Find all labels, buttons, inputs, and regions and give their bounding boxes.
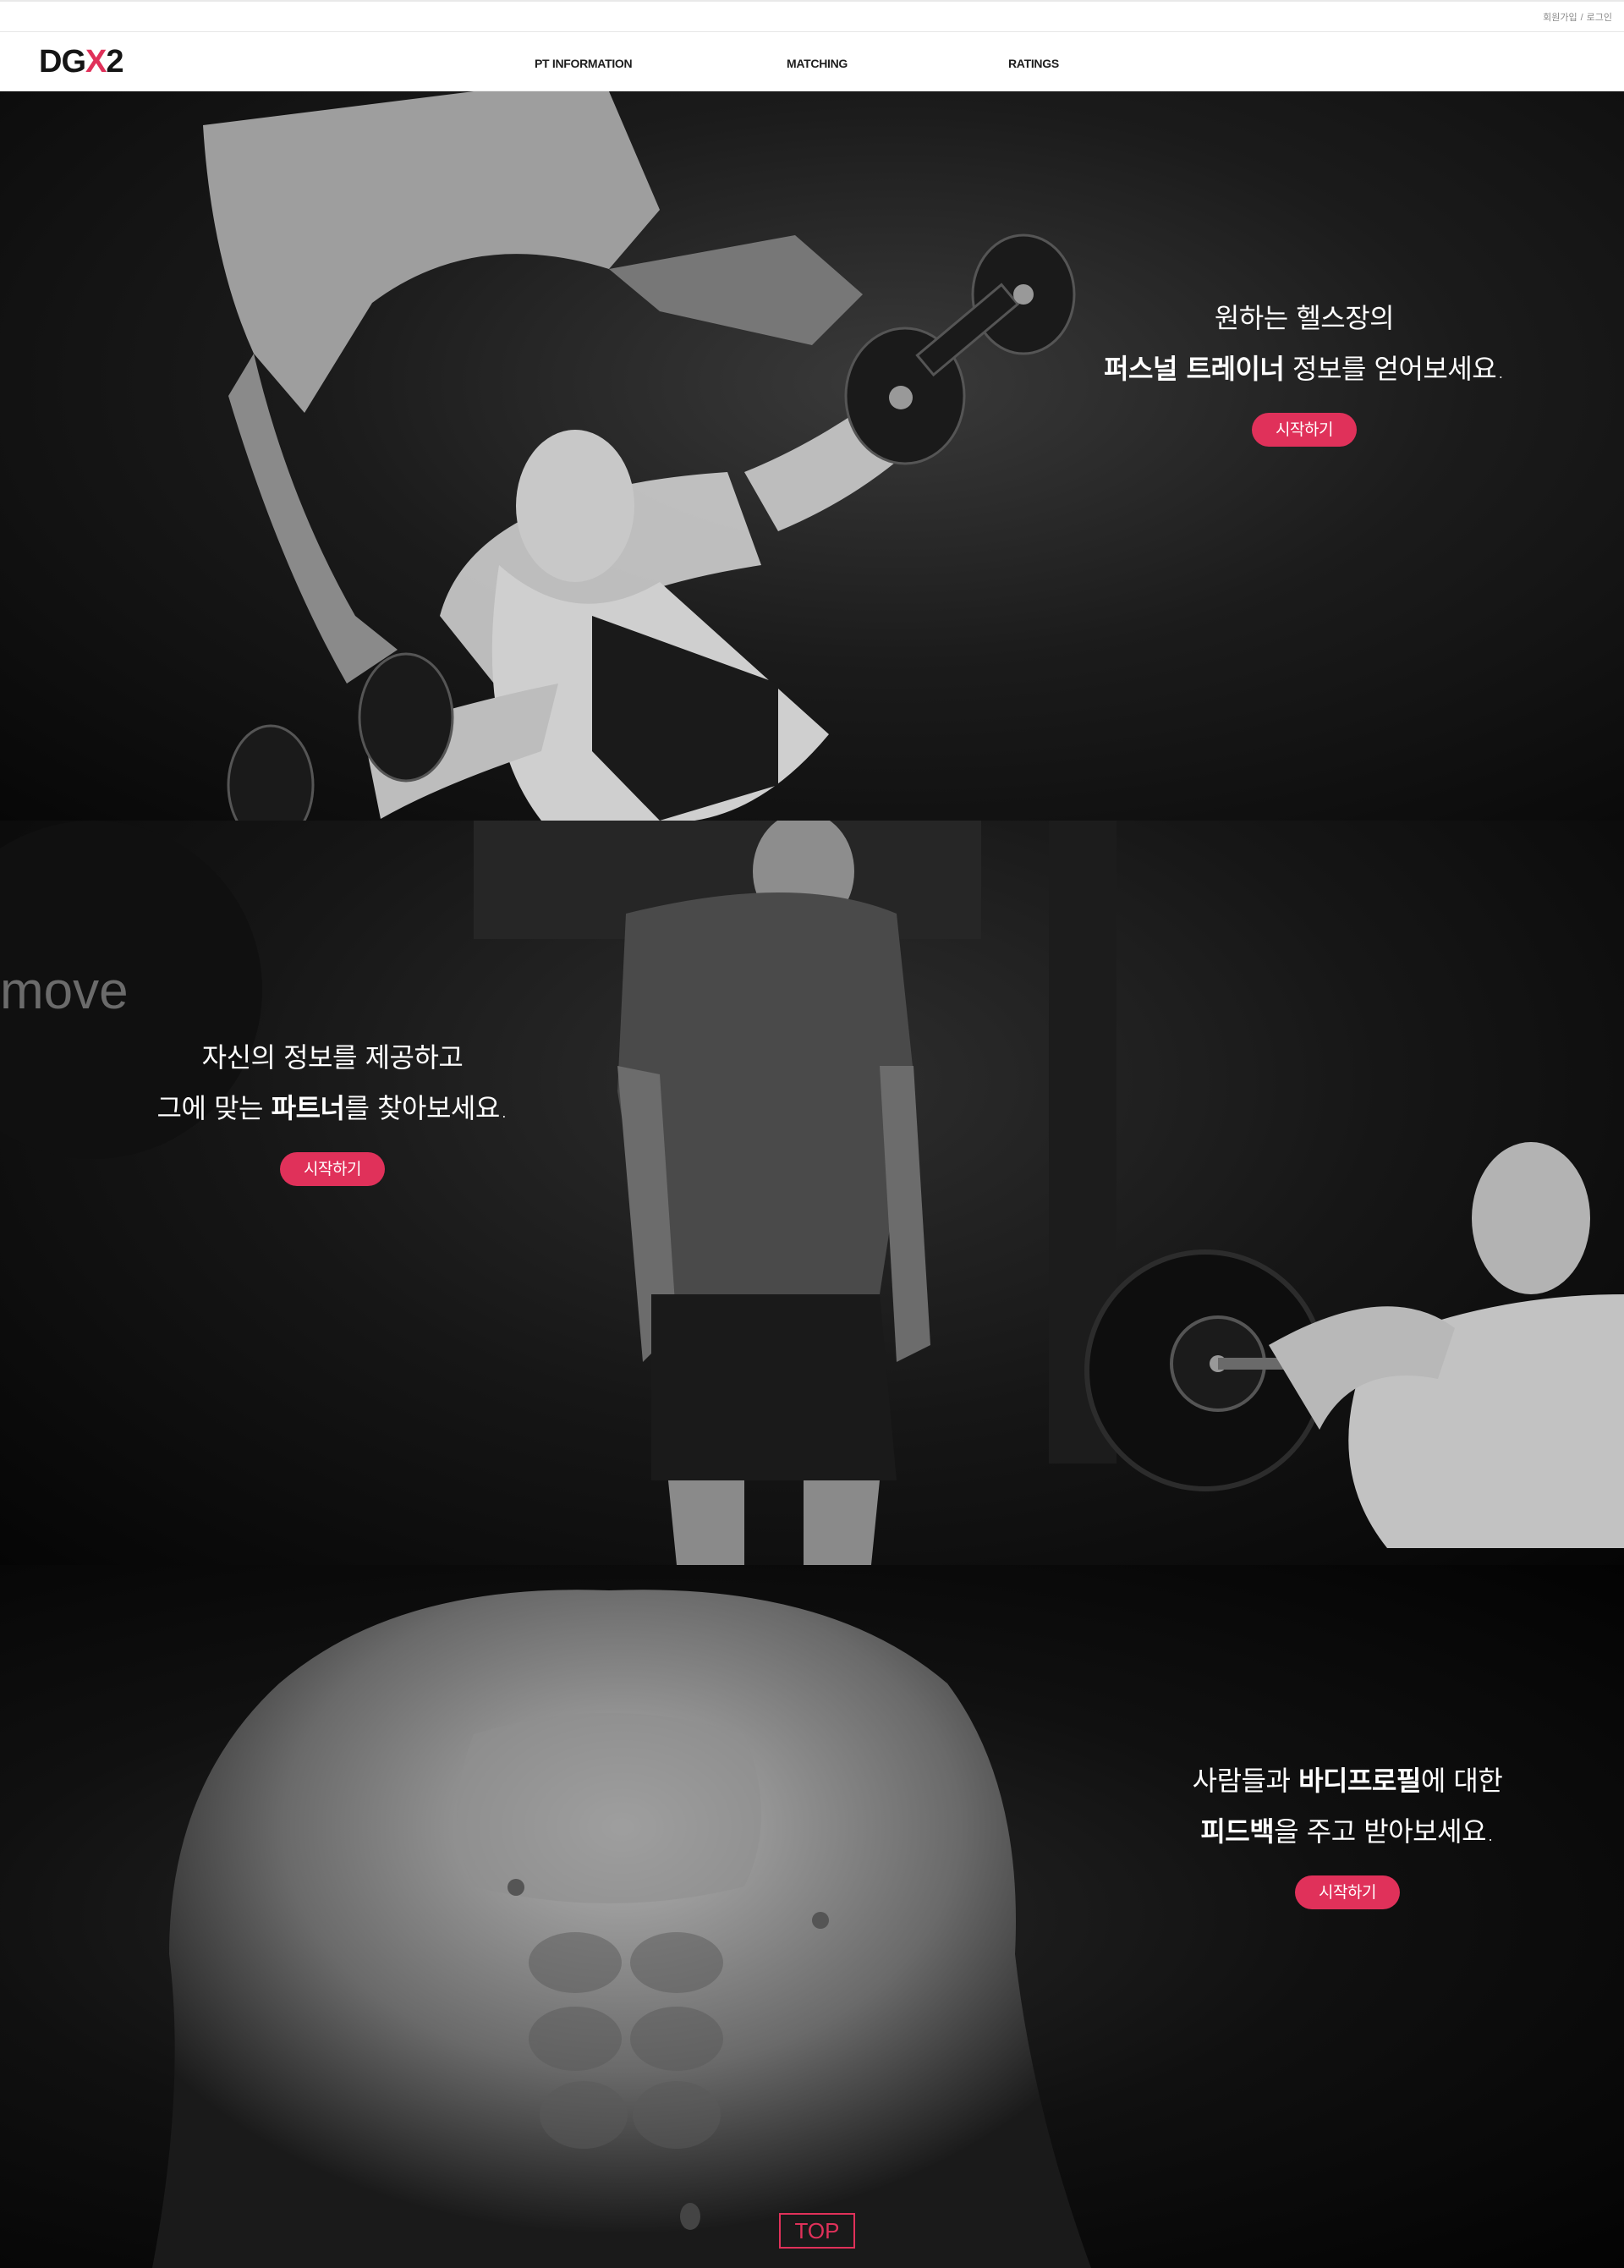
hero-text-3: 사람들과 바디프로필에 대한 피드백을 주고 받아보세요. 시작하기 [1111, 1755, 1584, 1914]
logo-text-1: DG [39, 44, 86, 80]
hero-3-line-1: 사람들과 바디프로필에 대한 [1111, 1755, 1584, 1806]
hero-text-2: 자신의 정보를 제공하고 그에 맞는 파트너를 찾아보세요. 시작하기 [96, 1032, 569, 1190]
hero-text-1: 원하는 헬스장의 퍼스널 트레이너 정보를 얻어보세요. 시작하기 [1067, 293, 1541, 451]
hero-1-highlight: 퍼스널 트레이너 [1104, 353, 1285, 385]
hero-3-highlight-2: 피드백 [1200, 1815, 1275, 1848]
hero-3-highlight-1: 바디프로필 [1298, 1765, 1421, 1797]
nav-pt-information[interactable]: PT INFORMATION [535, 57, 633, 70]
nav-matching[interactable]: MATCHING [787, 57, 848, 70]
hero-1-line-1: 원하는 헬스장의 [1214, 302, 1395, 334]
hero-section-matching: move 자신의 정보를 제공하고 그에 맞는 파트너를 찾아보세요. 시작하기 [0, 821, 1624, 1565]
hero-3-line-1-pre: 사람들과 [1192, 1765, 1299, 1797]
svg-text:move: move [0, 962, 129, 1020]
utility-bar: 회원가입 / 로그인 [0, 0, 1624, 32]
hero-2-line-2-rest: 를 찾아보세요. [344, 1092, 508, 1124]
logo-text-x: X [85, 44, 107, 80]
hero-2-line-2-pre: 그에 맞는 [156, 1092, 272, 1124]
hero-3-line-2: 피드백을 주고 받아보세요. [1111, 1806, 1584, 1857]
hero-section-trainer-info: 원하는 헬스장의 퍼스널 트레이너 정보를 얻어보세요. 시작하기 [0, 91, 1624, 821]
start-button-3[interactable]: 시작하기 [1295, 1875, 1400, 1909]
login-link[interactable]: 로그인 [1587, 13, 1612, 23]
hero-photo-1 [203, 91, 1076, 821]
utility-links: 회원가입 / 로그인 [1543, 10, 1612, 24]
utility-separator: / [1580, 13, 1583, 23]
nav-ratings[interactable]: RATINGS [1008, 57, 1059, 70]
hero-2-line-1: 자신의 정보를 제공하고 [201, 1041, 464, 1074]
logo-text-2: 2 [106, 44, 123, 80]
hero-3-line-2-rest: 을 주고 받아보세요. [1274, 1815, 1495, 1848]
main-navbar: DGX2 PT INFORMATION MATCHING RATINGS [0, 32, 1624, 91]
hero-1-line-2-rest: 정보를 얻어보세요. [1284, 353, 1505, 385]
hero-2-highlight: 파트너 [271, 1092, 345, 1124]
hero-2-line-2: 그에 맞는 파트너를 찾아보세요. [96, 1083, 569, 1134]
start-button-1[interactable]: 시작하기 [1252, 413, 1357, 447]
site-logo[interactable]: DGX2 [39, 44, 124, 80]
hero-photo-3 [152, 1590, 1091, 2268]
hero-section-body-profile: 사람들과 바디프로필에 대한 피드백을 주고 받아보세요. 시작하기 [0, 1565, 1624, 2268]
hero-photo-2: move [0, 821, 1624, 1565]
signup-link[interactable]: 회원가입 [1543, 13, 1577, 23]
start-button-2[interactable]: 시작하기 [280, 1152, 385, 1186]
hero-3-line-1-rest: 에 대한 [1420, 1765, 1503, 1797]
scroll-to-top-button[interactable]: TOP [779, 2213, 855, 2249]
hero-1-line-2: 퍼스널 트레이너 정보를 얻어보세요. [1067, 343, 1541, 394]
